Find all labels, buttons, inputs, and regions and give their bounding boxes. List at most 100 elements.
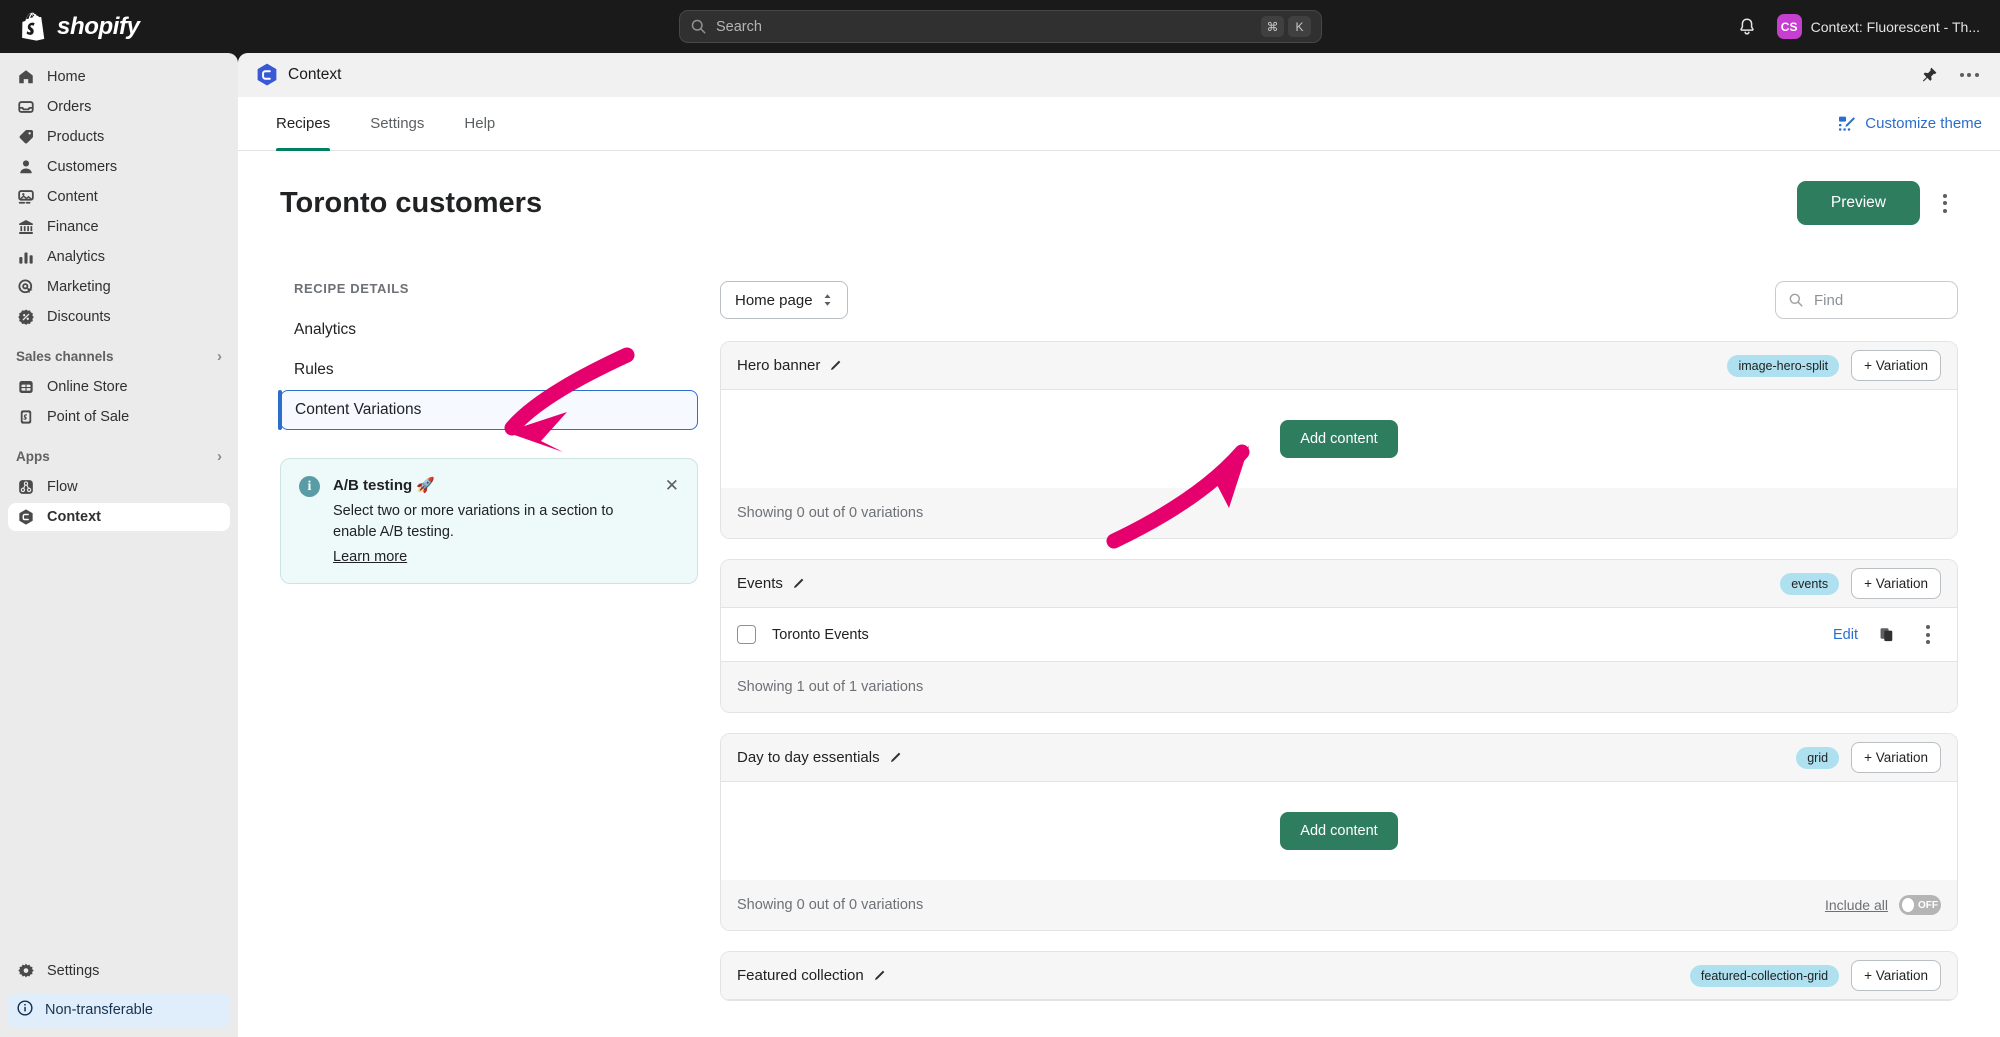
section-title: Day to day essentials [737,749,902,766]
main-sidebar: Home Orders Products Customers Content F… [0,53,238,1037]
include-all-link[interactable]: Include all [1825,897,1888,913]
sidebar-item-label: Flow [47,479,78,495]
tab-help[interactable]: Help [444,97,515,151]
sidebar-group-apps[interactable]: Apps › [8,441,230,471]
sidebar-group-sales-channels[interactable]: Sales channels › [8,341,230,371]
sidebar-item-label: Context [47,509,101,525]
toggle-knob [1902,898,1914,912]
duplicate-icon[interactable] [1878,626,1895,643]
sidebar-item-online-store[interactable]: Online Store [8,373,230,401]
notification-bell-icon[interactable] [1737,17,1757,37]
card-header-actions: grid + Variation [1796,742,1941,773]
point-of-sale-icon [16,407,36,427]
add-content-button[interactable]: Add content [1280,420,1397,458]
sidebar-item-label: Online Store [47,379,128,395]
sidebar-item-products[interactable]: Products [8,123,230,151]
pin-icon[interactable] [1920,66,1938,84]
card-header-actions: image-hero-split + Variation [1727,350,1941,381]
search-icon [690,18,707,35]
recipe-link-rules[interactable]: Rules [280,350,698,390]
card-header-actions: events + Variation [1780,568,1941,599]
preview-button[interactable]: Preview [1797,181,1920,225]
add-variation-button[interactable]: + Variation [1851,742,1941,773]
add-content-button[interactable]: Add content [1280,812,1397,850]
card-header: Hero banner image-hero-split + Variation [721,342,1957,390]
sidebar-item-label: Marketing [47,279,111,295]
customize-theme-label: Customize theme [1865,115,1982,132]
sidebar-item-settings[interactable]: Settings [8,957,230,985]
sidebar-item-finance[interactable]: Finance [8,213,230,241]
variations-count: Showing 0 out of 0 variations [737,897,923,913]
sidebar-item-label: Point of Sale [47,409,129,425]
recipe-details-panel: RECIPE DETAILS Analytics Rules Content V… [280,281,698,1021]
top-bar-right: CS Context: Fluorescent - Th... [1737,0,1986,53]
online-store-icon [16,377,36,397]
shopify-logo[interactable]: shopify [22,12,140,41]
callout-title: A/B testing 🚀 [333,476,633,494]
learn-more-link[interactable]: Learn more [333,549,407,565]
sidebar-item-customers[interactable]: Customers [8,153,230,181]
add-variation-button[interactable]: + Variation [1851,960,1941,991]
recipe-link-content-variations[interactable]: Content Variations [280,390,698,430]
app-bar: Context [238,53,2000,97]
section-title-label: Events [737,575,783,592]
sidebar-item-flow[interactable]: Flow [8,473,230,501]
shortcut-key-cmd: ⌘ [1261,16,1284,37]
card-footer: Showing 1 out of 1 variations [721,662,1957,712]
sidebar-item-context[interactable]: Context [8,503,230,531]
tab-label: Recipes [276,115,330,132]
variation-more-menu[interactable] [1915,618,1941,652]
shopify-bag-icon [22,12,48,41]
section-title-label: Featured collection [737,967,864,984]
page-more-menu[interactable] [1932,186,1958,220]
recipe-link-label: Content Variations [295,401,421,419]
shortcut-key-k: K [1288,16,1311,37]
sidebar-item-content[interactable]: Content [8,183,230,211]
section-title: Events [737,575,805,592]
recipe-link-analytics[interactable]: Analytics [280,310,698,350]
section-tag: featured-collection-grid [1690,965,1839,987]
close-icon[interactable]: ✕ [665,476,679,496]
sidebar-item-discounts[interactable]: Discounts [8,303,230,331]
edit-link[interactable]: Edit [1833,627,1858,643]
chevron-updown-icon [822,293,833,307]
sidebar-item-point-of-sale[interactable]: Point of Sale [8,403,230,431]
sidebar-group-label: Apps [16,449,50,464]
pencil-icon[interactable] [888,751,902,765]
page-select[interactable]: Home page [720,281,848,319]
chevron-right-icon: › [217,348,222,365]
add-variation-button[interactable]: + Variation [1851,568,1941,599]
card-header: Events events + Variation [721,560,1957,608]
user-menu[interactable]: CS Context: Fluorescent - Th... [1771,11,1986,42]
tab-label: Settings [370,115,424,132]
section-title: Hero banner [737,357,842,374]
info-icon: i [299,476,320,497]
pencil-icon[interactable] [791,577,805,591]
avatar: CS [1777,14,1802,39]
pencil-icon[interactable] [872,969,886,983]
home-icon [16,67,36,87]
sidebar-item-label: Orders [47,99,91,115]
find-input[interactable]: Find [1775,281,1958,319]
sidebar-item-label: Home [47,69,86,85]
tab-recipes[interactable]: Recipes [256,97,350,151]
customize-theme-link[interactable]: Customize theme [1837,114,1982,134]
pencil-icon[interactable] [828,359,842,373]
sidebar-item-orders[interactable]: Orders [8,93,230,121]
recipe-details-heading: RECIPE DETAILS [280,281,698,296]
tab-label: Help [464,115,495,132]
non-transferable-banner[interactable]: Non-transferable [8,993,230,1027]
sidebar-item-label: Settings [47,963,99,979]
include-all-toggle[interactable]: OFF [1899,895,1941,915]
sidebar-item-analytics[interactable]: Analytics [8,243,230,271]
search-placeholder: Search [716,19,1257,35]
global-search[interactable]: Search ⌘ K [679,10,1322,43]
sidebar-item-marketing[interactable]: Marketing [8,273,230,301]
sidebar-item-home[interactable]: Home [8,63,230,91]
content-columns: RECIPE DETAILS Analytics Rules Content V… [280,281,1958,1021]
ab-testing-callout: i A/B testing 🚀 Select two or more varia… [280,458,698,584]
add-variation-button[interactable]: + Variation [1851,350,1941,381]
variation-checkbox[interactable] [737,625,756,644]
tab-settings[interactable]: Settings [350,97,444,151]
app-bar-more-menu[interactable] [1956,65,1982,85]
